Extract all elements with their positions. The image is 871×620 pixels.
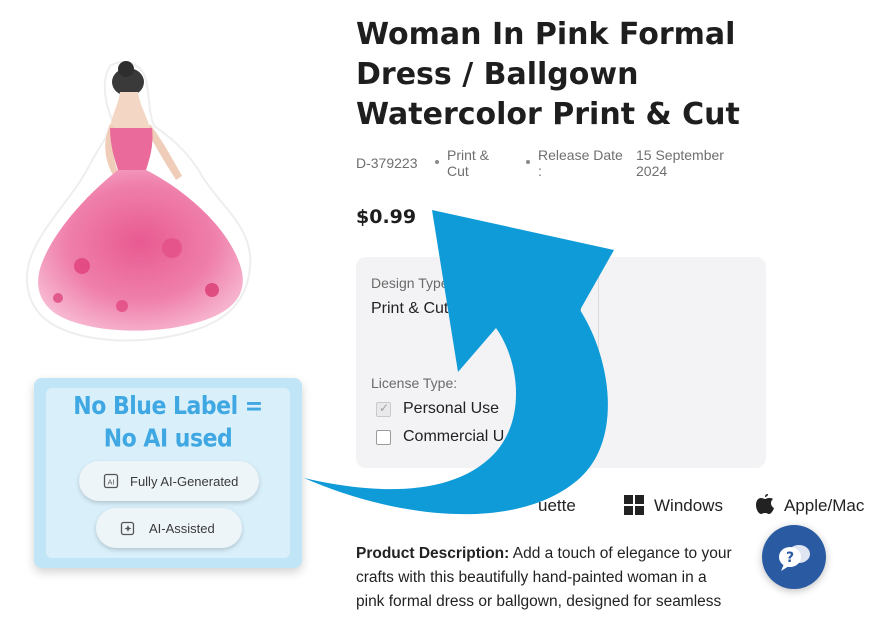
release-date-value: 15 September 2024 [636,147,724,179]
ai-assisted-icon [120,521,135,536]
windows-icon [624,495,644,515]
help-chat-button[interactable]: ? [762,525,826,589]
compat-silhouette: uette [538,496,576,515]
ai-label-headline: No Blue Label = No AI used [73,392,263,454]
product-price: $0.99 [356,206,417,228]
ai-label-legend: No Blue Label = No AI used AI Fully AI-G… [34,378,302,568]
meta-separator [435,160,439,164]
commercial-use-label[interactable]: Commercial U [403,428,504,446]
commercial-use-checkbox[interactable] [376,430,391,445]
release-date-label: Release Date : [538,147,623,179]
personal-use-checkbox[interactable] [376,401,391,417]
design-type-value[interactable]: Print & Cut [371,300,448,318]
help-chat-icon: ? [779,545,810,571]
fully-ai-generated-badge[interactable]: AI Fully AI-Generated [79,461,259,501]
compat-mac: Apple/Mac [784,496,865,515]
product-type: Print & Cut [447,147,490,179]
design-type-label: Design Type [371,275,449,291]
product-sku: D-379223 [356,155,418,171]
apple-icon [756,494,774,514]
product-title: Woman In Pink Formal Dress / Ballgown Wa… [356,17,740,132]
product-image[interactable] [22,58,262,343]
software-value[interactable]: dio [560,300,581,318]
ai-assisted-label: AI-Assisted [149,521,215,536]
description-heading: Product Description: [356,545,510,562]
svg-text:AI: AI [108,479,115,487]
ai-generated-icon: AI [103,473,119,489]
options-divider [598,273,599,355]
meta-separator [526,160,530,164]
license-type-label: License Type: [371,375,458,391]
personal-use-label[interactable]: Personal Use [403,400,499,418]
svg-text:?: ? [786,550,794,566]
fully-ai-generated-label: Fully AI-Generated [130,474,239,489]
ai-assisted-badge[interactable]: AI-Assisted [96,508,242,548]
software-label: e: [546,275,558,291]
product-description: Product Description: Add a touch of eleg… [356,545,732,610]
compat-windows: Windows [654,496,723,515]
